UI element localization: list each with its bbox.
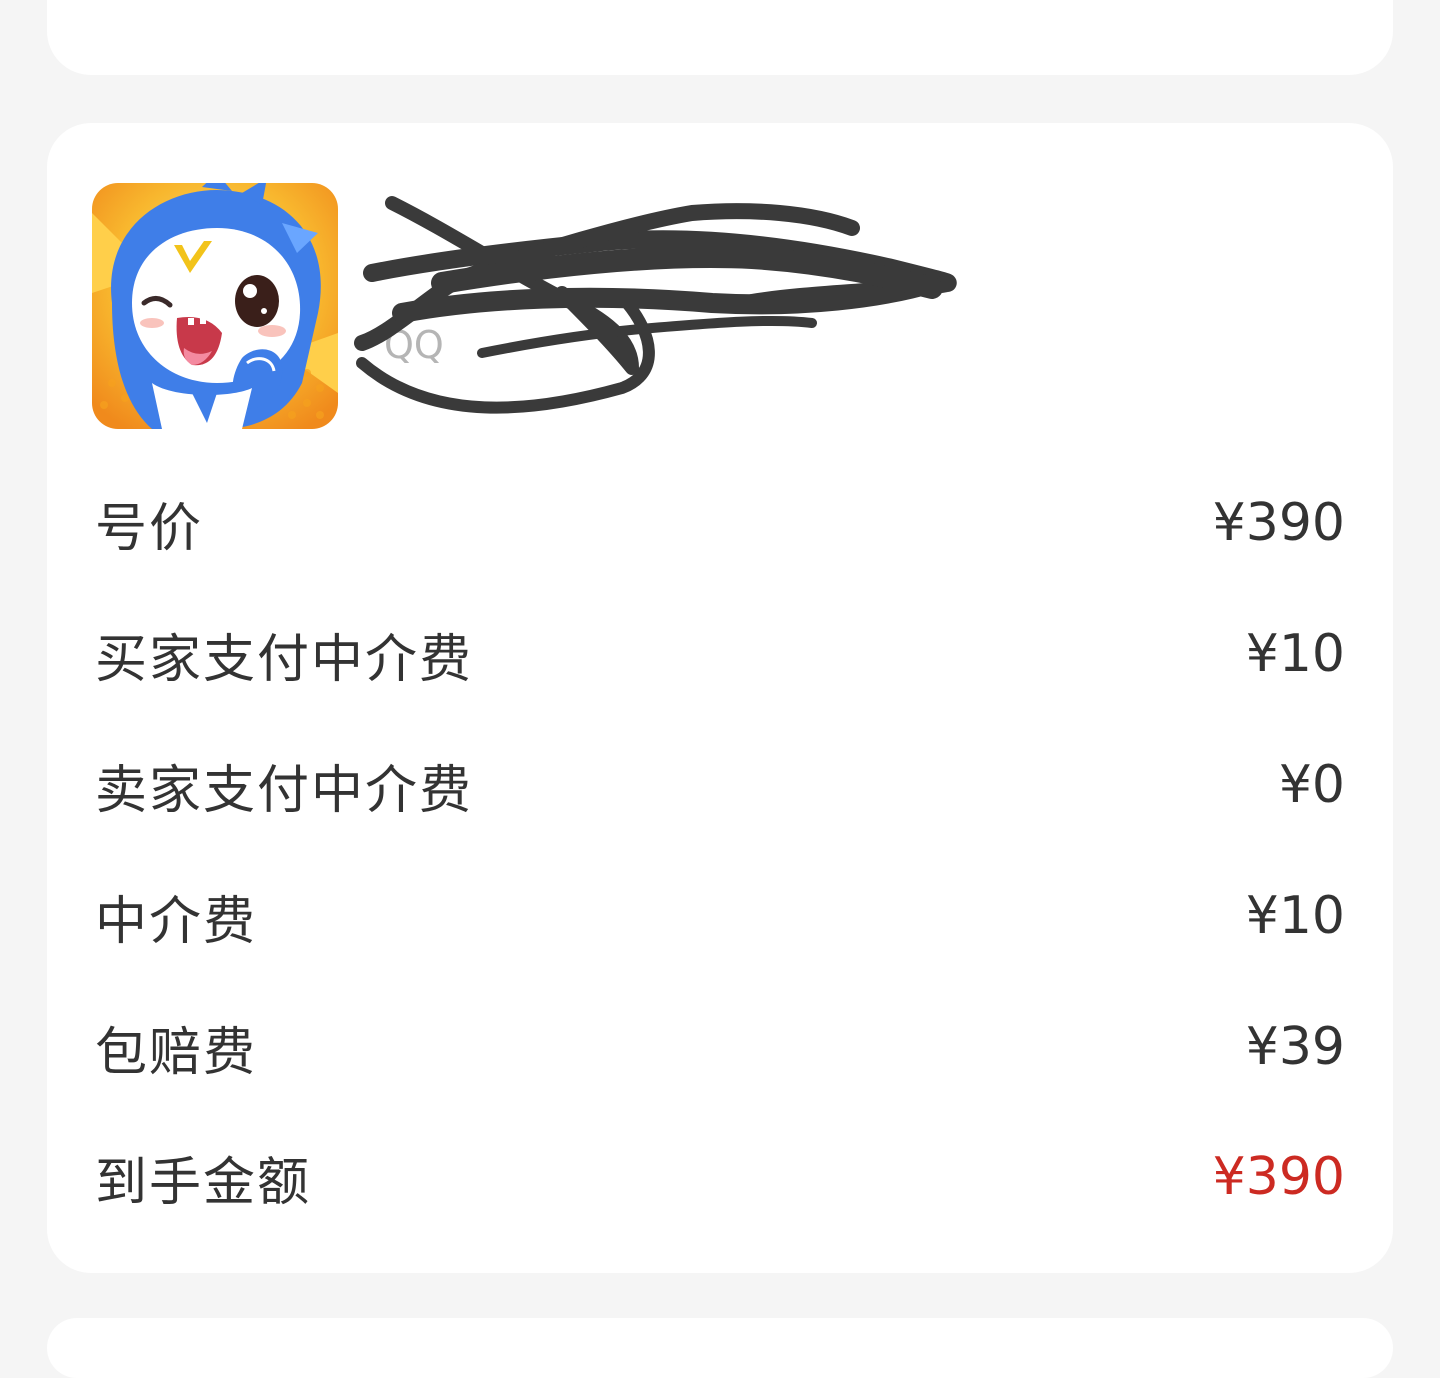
fee-value: ¥390 xyxy=(1212,493,1345,553)
game-header[interactable]: QQ xyxy=(92,183,992,433)
fee-label: 卖家支付中介费 xyxy=(95,760,474,821)
fee-row-seller-agency-fee: 卖家支付中介费 ¥0 xyxy=(95,745,1345,825)
fee-value: ¥39 xyxy=(1245,1017,1345,1077)
fee-row-agency-fee: 中介费 ¥10 xyxy=(95,876,1345,956)
fee-label: 中介费 xyxy=(95,891,258,952)
order-time-row xyxy=(95,0,1345,18)
fee-value: ¥10 xyxy=(1245,624,1345,684)
fee-details-card: QQ 号价 ¥390 买家支付中介费 ¥10 卖家支付中介费 ¥0 中介费 ¥1… xyxy=(47,123,1393,1273)
fee-row-net-amount: 到手金额 ¥390 xyxy=(95,1137,1345,1217)
game-mascot-icon xyxy=(92,183,338,429)
next-card xyxy=(47,1318,1393,1378)
fee-label: 号价 xyxy=(95,498,204,559)
net-amount-value: ¥390 xyxy=(1212,1147,1345,1207)
fee-row-account-price: 号价 ¥390 xyxy=(95,483,1345,563)
game-platform: QQ xyxy=(384,323,444,367)
fee-row-buyer-agency-fee: 买家支付中介费 ¥10 xyxy=(95,614,1345,694)
fee-value: ¥0 xyxy=(1278,755,1345,815)
fee-value: ¥10 xyxy=(1245,886,1345,946)
fee-label: 买家支付中介费 xyxy=(95,629,474,690)
redaction-scribble xyxy=(354,196,957,414)
fee-label: 包赔费 xyxy=(95,1022,258,1083)
fee-row-compensation-fee: 包赔费 ¥39 xyxy=(95,1007,1345,1087)
order-info-card xyxy=(47,0,1393,75)
fee-label: 到手金额 xyxy=(95,1152,312,1213)
